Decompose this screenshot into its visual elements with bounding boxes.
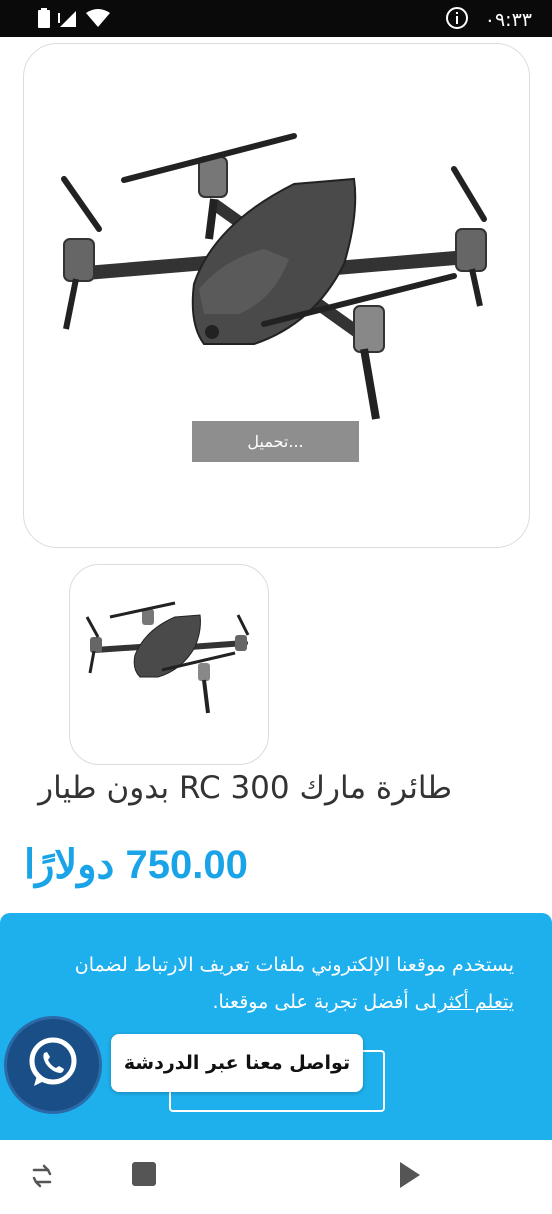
signal-icon — [58, 9, 78, 31]
image-loading-label: تحميل... — [192, 421, 359, 462]
product-thumbnail[interactable] — [69, 564, 269, 765]
drone-thumbnail-image — [85, 601, 250, 714]
whatsapp-icon — [26, 1036, 80, 1094]
product-title: طائرة مارك RC 300 بدون طيار — [38, 770, 452, 806]
status-icons-left — [38, 8, 110, 32]
navigation-bar — [0, 1140, 552, 1214]
battery-icon — [38, 8, 50, 32]
status-bar: ٠٩:٣٣ — [0, 0, 552, 37]
product-main-image[interactable]: تحميل... — [23, 43, 530, 548]
product-price: 750.00 دولارًا — [24, 843, 248, 887]
status-icons-right: ٠٩:٣٣ — [445, 6, 532, 34]
stop-icon[interactable] — [132, 1162, 156, 1190]
clock: ٠٩:٣٣ — [484, 9, 532, 31]
info-icon — [445, 6, 469, 34]
play-icon[interactable] — [398, 1162, 422, 1192]
learn-more-link[interactable]: يتعلم أكثر — [436, 984, 514, 1021]
wifi-icon — [86, 9, 110, 31]
whatsapp-chat-button[interactable] — [4, 1016, 102, 1114]
chat-bubble[interactable]: تواصل معنا عبر الدردشة — [111, 1034, 363, 1092]
drone-image — [61, 133, 487, 420]
rotate-icon[interactable] — [28, 1162, 56, 1194]
